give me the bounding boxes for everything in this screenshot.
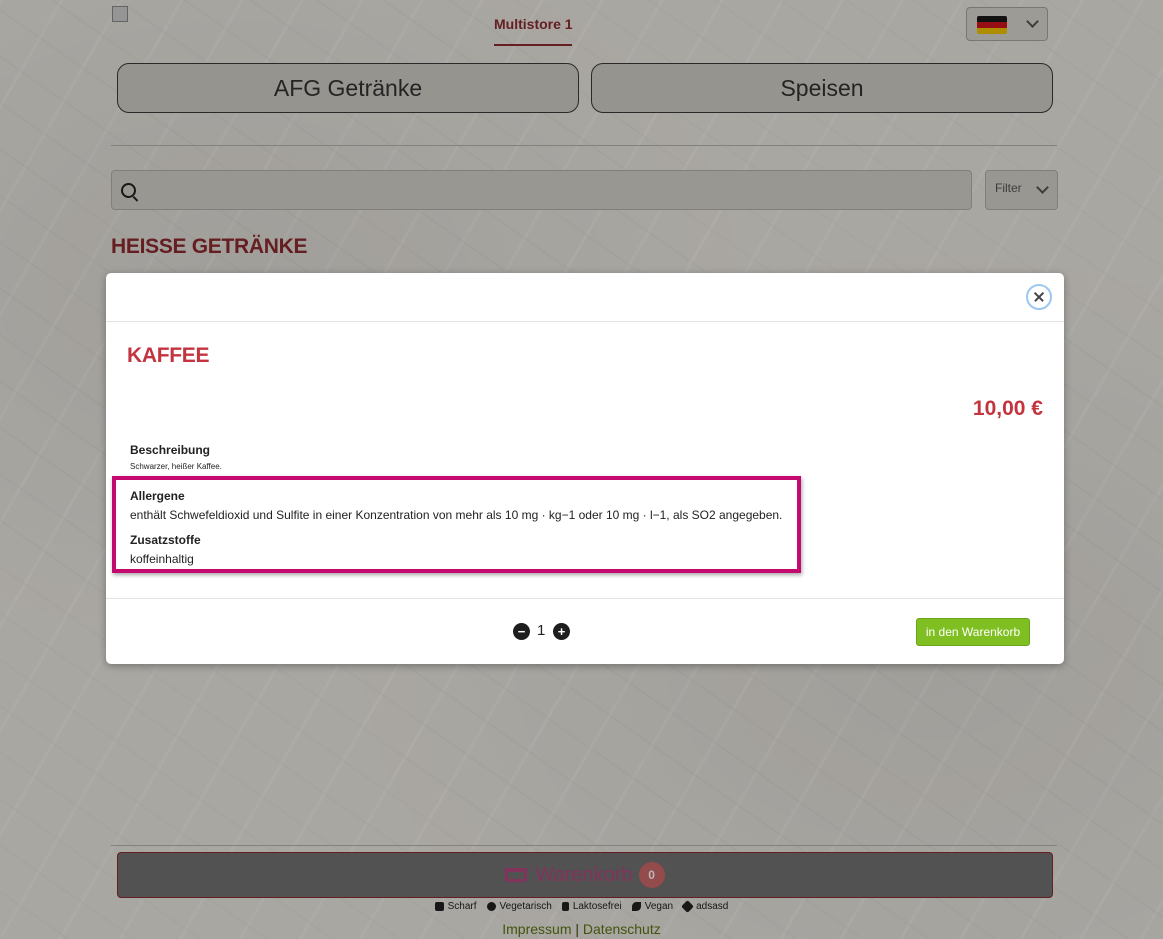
additives-label: Zusatzstoffe	[130, 533, 201, 547]
additives-text: koffeinhaltig	[130, 552, 194, 566]
quantity-value: 1	[537, 622, 546, 639]
product-title: KAFFEE	[127, 344, 210, 367]
add-to-cart-button[interactable]: in den Warenkorb	[916, 618, 1030, 646]
allergens-label: Allergene	[130, 489, 185, 503]
description-text: Schwarzer, heißer Kaffee.	[130, 462, 222, 471]
product-modal: KAFFEE 10,00 € Beschreibung Schwarzer, h…	[106, 273, 1064, 664]
product-price: 10,00 €	[972, 397, 1043, 420]
increase-quantity-button[interactable]: +	[553, 623, 570, 640]
close-button[interactable]	[1026, 284, 1052, 310]
allergens-text: enthält Schwefeldioxid und Sulfite in ei…	[130, 508, 783, 522]
description-label: Beschreibung	[130, 443, 211, 457]
modal-header-divider	[106, 321, 1064, 322]
decrease-quantity-button[interactable]: −	[513, 623, 530, 640]
allergens-highlight-box	[112, 476, 801, 573]
modal-footer-divider	[106, 598, 1064, 599]
